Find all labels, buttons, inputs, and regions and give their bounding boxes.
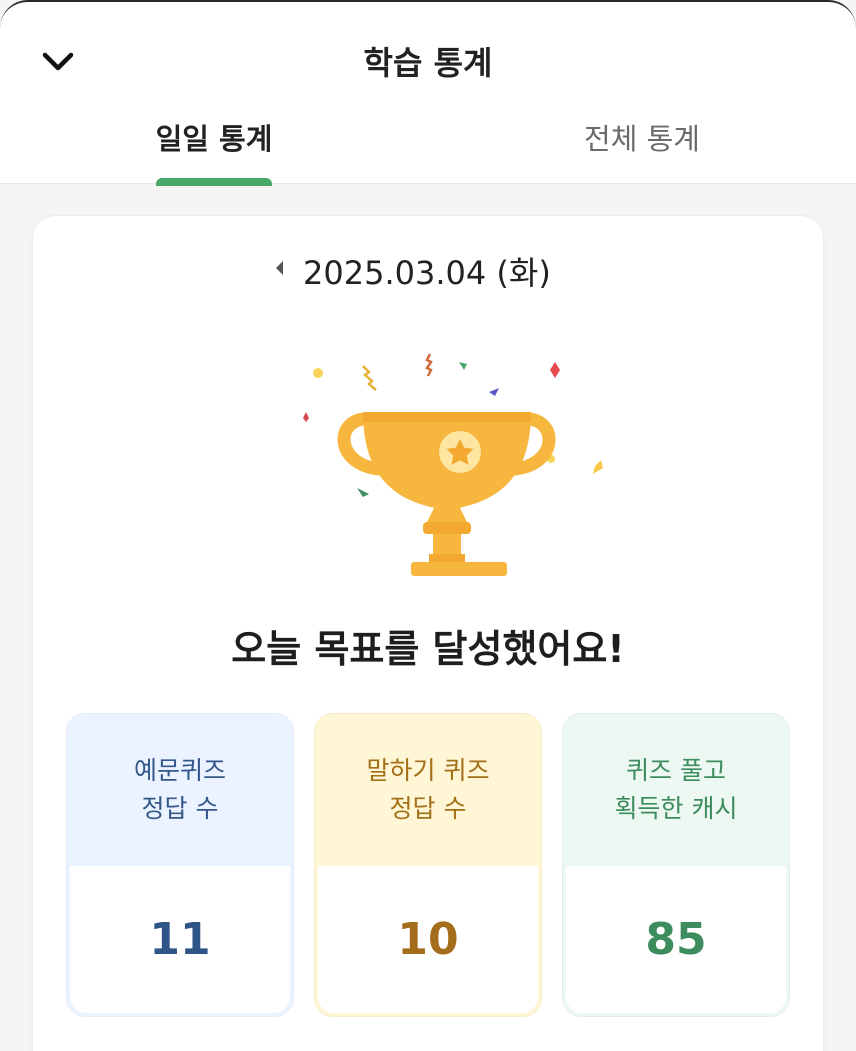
top-bar: 학습 통계 일일 통계 전체 통계 — [0, 0, 856, 186]
active-tab-indicator — [156, 178, 272, 186]
goal-achieved-message: 오늘 목표를 달성했어요! — [231, 627, 625, 671]
page-title: 학습 통계 — [363, 44, 493, 82]
stat-label-line1: 예문퀴즈 — [133, 756, 226, 785]
stat-label-line2: 획득한 캐시 — [614, 794, 738, 823]
stat-card-earned-cash: 퀴즈 풀고 획득한 캐시 85 — [563, 714, 789, 1016]
stat-value: 10 — [318, 866, 538, 1013]
stat-label-line1: 퀴즈 풀고 — [626, 756, 726, 785]
prev-date-button[interactable] — [269, 256, 289, 280]
stat-value: 11 — [70, 866, 290, 1013]
stat-label-line2: 정답 수 — [141, 794, 219, 823]
stat-card-sentence-quiz: 예문퀴즈 정답 수 11 — [67, 714, 293, 1016]
date-navigator: 2025.03.04 (화) — [33, 246, 823, 292]
caret-left-icon — [276, 261, 283, 275]
trophy-icon — [303, 353, 603, 576]
stat-label-line2: 정답 수 — [389, 794, 467, 823]
stat-label: 말하기 퀴즈 정답 수 — [315, 714, 541, 866]
stat-label: 퀴즈 풀고 획득한 캐시 — [563, 714, 789, 866]
stat-card-speaking-quiz: 말하기 퀴즈 정답 수 10 — [315, 714, 541, 1016]
stat-label-line1: 말하기 퀴즈 — [366, 756, 490, 785]
tab-daily-stats[interactable]: 일일 통계 — [0, 116, 428, 158]
stat-label: 예문퀴즈 정답 수 — [67, 714, 293, 866]
daily-stats-card: 2025.03.04 (화) 오늘 목표를 달성했어요! 예문퀴즈 정답 수 1… — [33, 216, 823, 1051]
tab-total-stats[interactable]: 전체 통계 — [428, 116, 856, 158]
current-date: 2025.03.04 (화) — [303, 254, 551, 292]
stat-value: 85 — [566, 866, 786, 1013]
